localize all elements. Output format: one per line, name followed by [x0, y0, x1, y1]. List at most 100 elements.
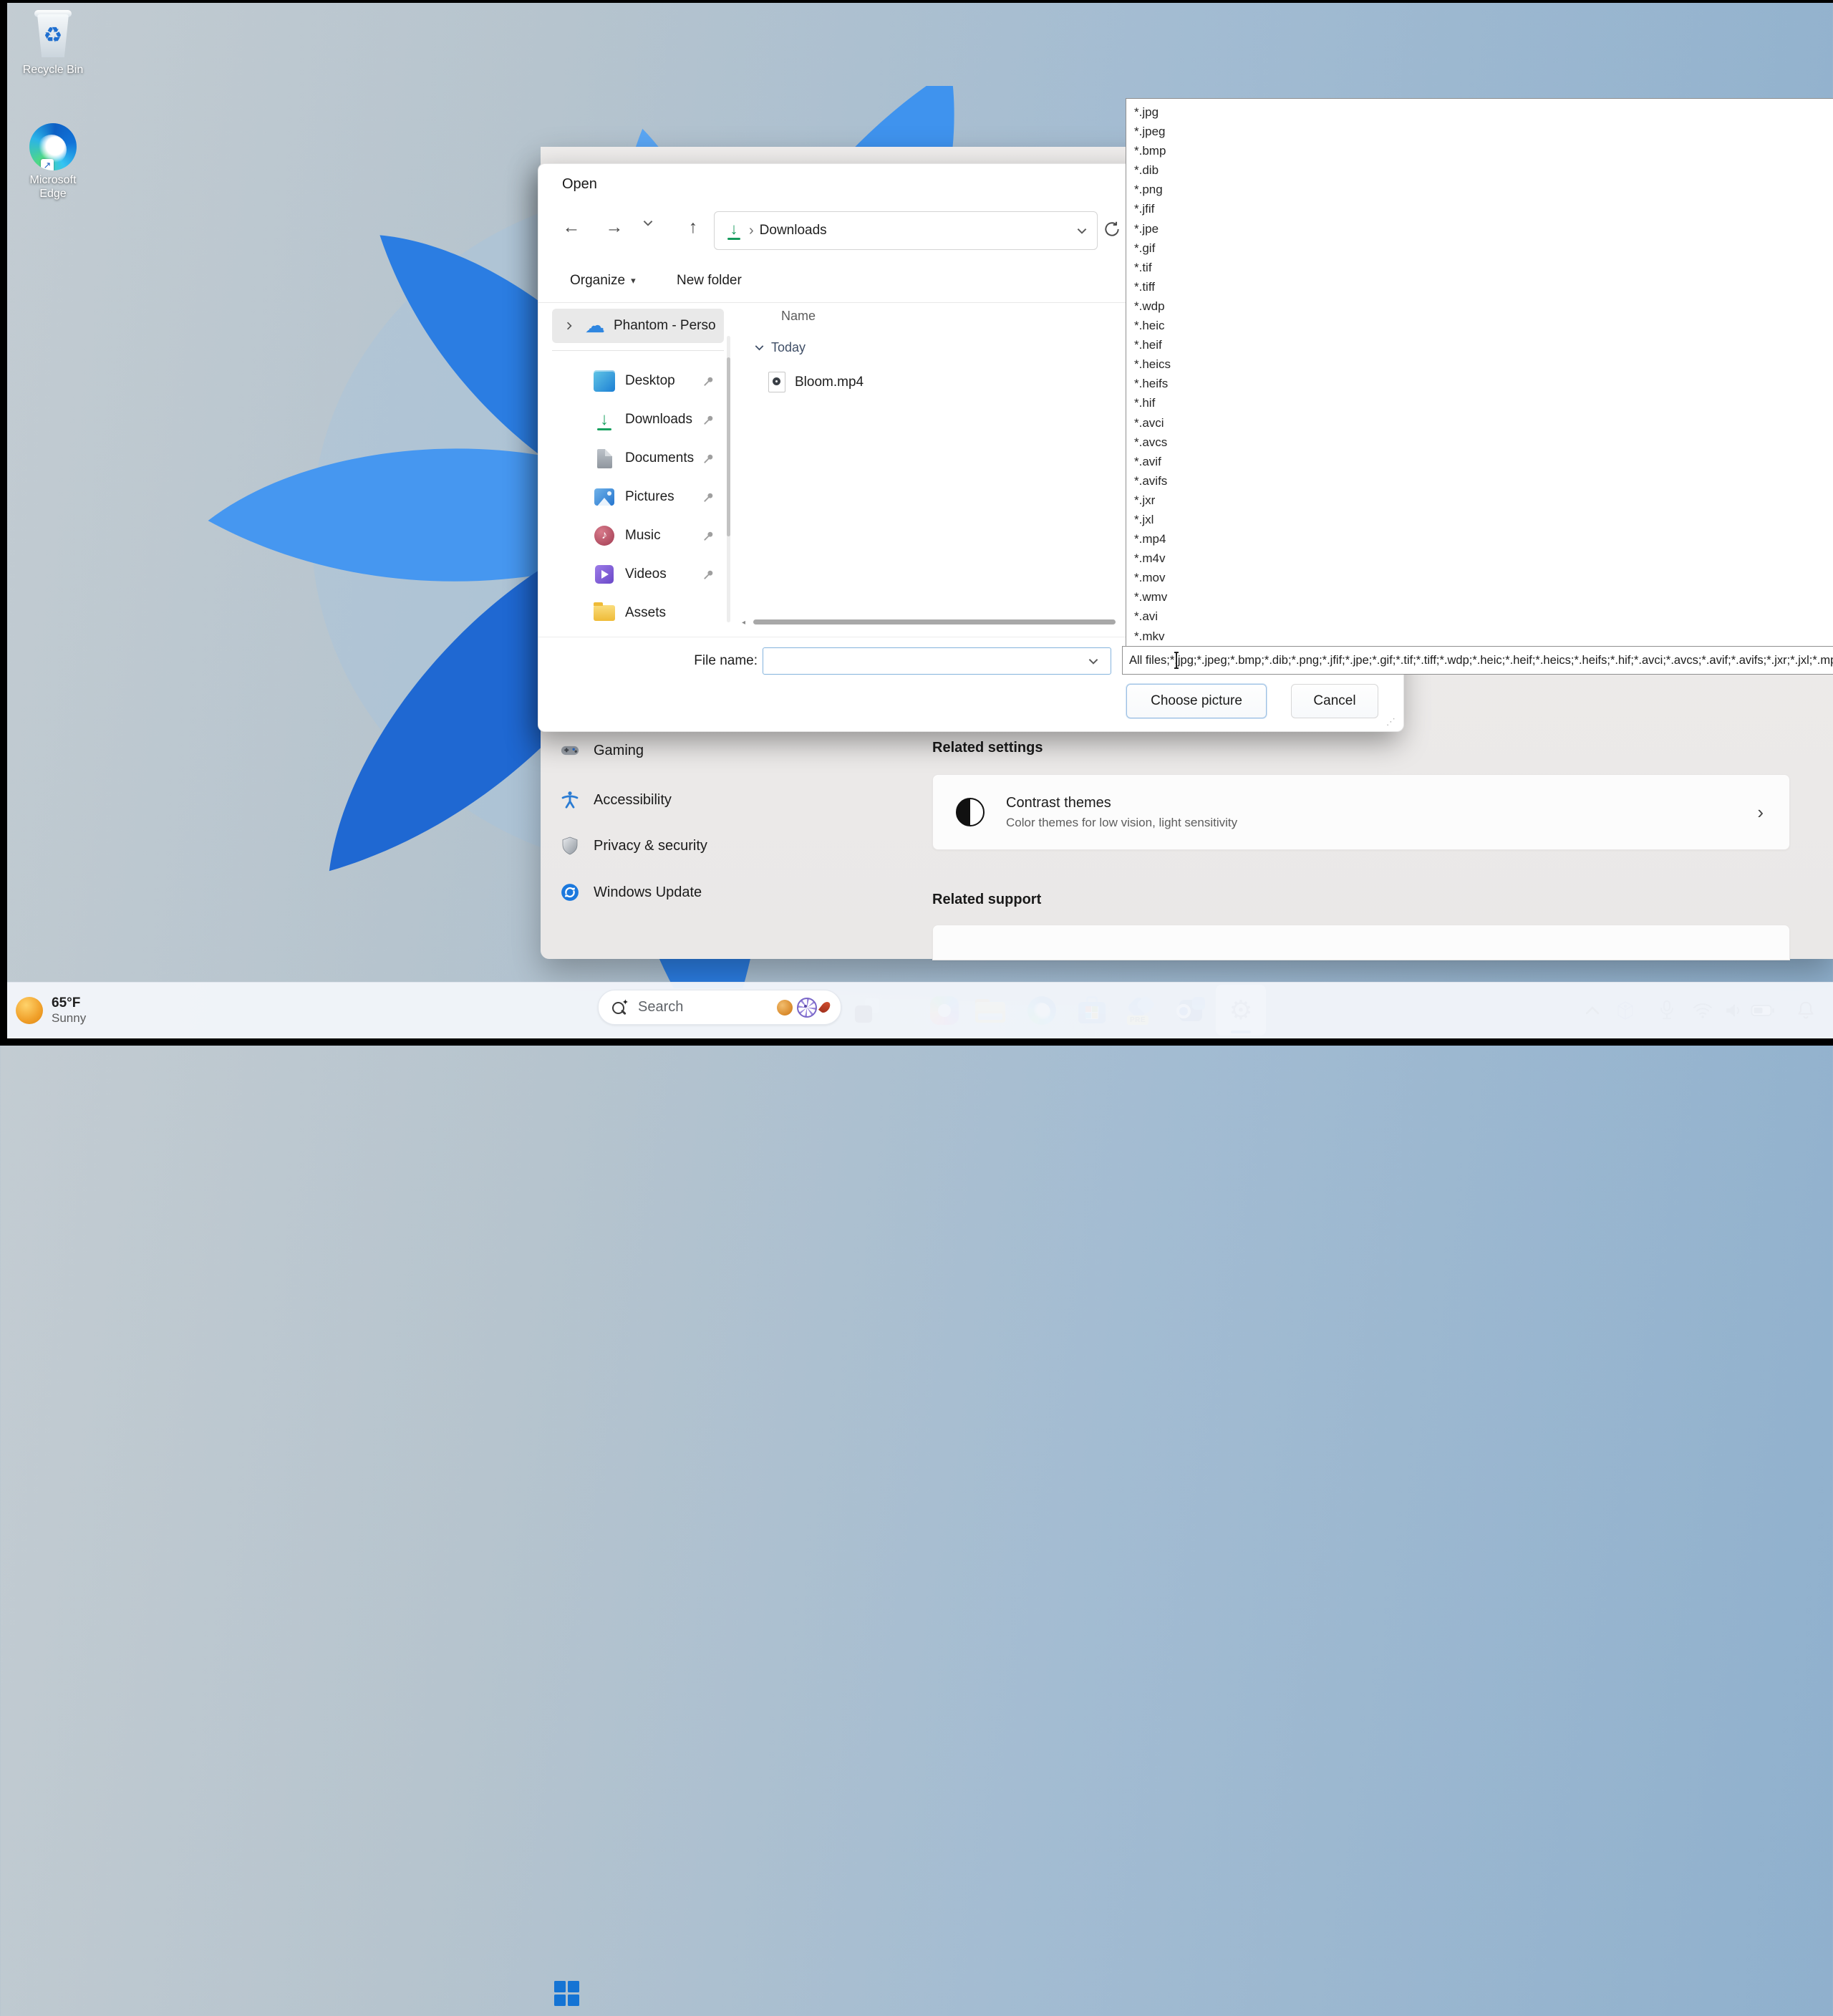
nav-item-pictures[interactable]: Pictures: [552, 480, 724, 514]
file-type-option[interactable]: *.mp4: [1126, 529, 1833, 549]
file-type-option[interactable]: *.heic: [1126, 316, 1833, 335]
file-type-option[interactable]: *.mkv: [1126, 627, 1833, 646]
assets-folder-icon: [594, 605, 615, 621]
hscroll-left-arrow-icon[interactable]: ◂: [742, 619, 745, 627]
shield-icon: [561, 836, 579, 855]
related-support-heading: Related support: [932, 892, 1041, 908]
file-type-option[interactable]: *.heics: [1126, 355, 1833, 374]
file-type-option[interactable]: *.mov: [1126, 568, 1833, 587]
accessibility-icon: [561, 791, 579, 809]
settings-nav-windows-update[interactable]: Windows Update: [561, 875, 775, 910]
settings-nav-label: Gaming: [594, 743, 644, 759]
onedrive-cloud-icon: ☁: [585, 319, 605, 333]
file-name-input[interactable]: [763, 647, 1111, 675]
file-type-option[interactable]: *.heifs: [1126, 374, 1833, 393]
settings-nav-gaming[interactable]: Gaming: [561, 733, 775, 768]
file-type-option[interactable]: *.avcs: [1126, 433, 1833, 452]
nav-item-label: Desktop: [625, 373, 703, 389]
desktop-icon-recycle-bin[interactable]: ♻ Recycle Bin: [10, 7, 96, 77]
horizontal-scrollbar[interactable]: [753, 619, 1116, 624]
expand-chevron-icon[interactable]: [565, 322, 574, 330]
file-type-option[interactable]: *.wmv: [1126, 587, 1833, 607]
file-type-option[interactable]: *.hif: [1126, 393, 1833, 413]
pin-icon: [703, 492, 714, 503]
settings-nav-privacy[interactable]: Privacy & security: [561, 829, 775, 863]
file-type-option[interactable]: *.tif: [1126, 258, 1833, 277]
nav-item-documents[interactable]: Documents: [552, 441, 724, 476]
file-type-option[interactable]: *.m4v: [1126, 549, 1833, 568]
nav-item-music[interactable]: ♪ Music: [552, 519, 724, 553]
settings-nav-label: Privacy & security: [594, 838, 707, 854]
file-type-option[interactable]: *.jpe: [1126, 219, 1833, 238]
pin-icon: [703, 453, 714, 464]
pin-icon: [703, 531, 714, 541]
recent-locations-chevron[interactable]: [643, 220, 659, 234]
name-column-header[interactable]: Name: [781, 309, 816, 324]
nav-item-label: Music: [625, 528, 703, 544]
file-name-dropdown-chevron[interactable]: [1088, 658, 1098, 665]
file-type-option[interactable]: *.tiff: [1126, 277, 1833, 296]
desktop-icon-microsoft-edge[interactable]: ↗ Microsoft Edge: [6, 123, 100, 201]
nav-item-downloads[interactable]: ↓ Downloads: [552, 402, 724, 437]
nav-item-desktop[interactable]: Desktop: [552, 364, 724, 398]
related-support-card[interactable]: [932, 925, 1790, 960]
file-type-option[interactable]: *.jxl: [1126, 510, 1833, 529]
cancel-button[interactable]: Cancel: [1291, 684, 1378, 718]
file-type-option[interactable]: *.bmp: [1126, 141, 1833, 160]
nav-item-assets[interactable]: Assets: [552, 596, 724, 630]
file-type-option[interactable]: *.jfif: [1126, 199, 1833, 218]
media-file-icon: [768, 372, 785, 392]
file-type-option[interactable]: *.avci: [1126, 413, 1833, 433]
pictures-folder-icon: [594, 488, 614, 506]
today-group-row[interactable]: Today: [755, 340, 806, 355]
sidebar-scrollbar[interactable]: [727, 336, 730, 622]
leaf-icon: [818, 1000, 832, 1014]
file-type-option[interactable]: *.jpg: [1126, 102, 1833, 122]
letterbox-top: [0, 0, 1833, 3]
text-cursor: [1173, 652, 1179, 669]
settings-nav-accessibility[interactable]: Accessibility: [561, 783, 775, 817]
nav-item-phantom[interactable]: ☁ Phantom - Perso: [552, 309, 724, 343]
file-type-option[interactable]: *.png: [1126, 180, 1833, 199]
organize-caret-icon: ▾: [631, 275, 636, 286]
file-type-option[interactable]: *.heif: [1126, 335, 1833, 355]
breadcrumb-location[interactable]: Downloads: [760, 223, 827, 238]
resize-grip[interactable]: ⋰: [1386, 717, 1396, 727]
file-type-option[interactable]: *.jxr: [1126, 491, 1833, 510]
file-type-option[interactable]: *.jpeg: [1126, 122, 1833, 141]
refresh-icon[interactable]: [1103, 220, 1121, 242]
organize-label: Organize: [570, 273, 625, 289]
start-button[interactable]: [546, 1970, 586, 2016]
file-name-label: File name:: [666, 653, 758, 669]
file-type-option[interactable]: *.gif: [1126, 238, 1833, 258]
forward-button[interactable]: →: [600, 211, 629, 243]
breadcrumb-chevron-icon: ›: [749, 223, 754, 239]
address-bar[interactable]: ↓ › Downloads: [714, 211, 1098, 250]
file-row-bloom-mp4[interactable]: Bloom.mp4: [768, 372, 864, 392]
contrast-icon: [956, 798, 985, 826]
up-button[interactable]: ↑: [679, 211, 707, 243]
weather-widget[interactable]: 65°F Sunny: [10, 988, 92, 1033]
file-type-option[interactable]: *.avif: [1126, 452, 1833, 471]
back-button[interactable]: ←: [557, 211, 586, 243]
nav-item-videos[interactable]: Videos: [552, 557, 724, 592]
taskbar-search[interactable]: ✦ Search: [598, 990, 841, 1025]
contrast-themes-card[interactable]: Contrast themes Color themes for low vis…: [932, 774, 1790, 850]
new-folder-button[interactable]: New folder: [677, 269, 742, 293]
choose-picture-button[interactable]: Choose picture: [1126, 684, 1267, 718]
windows-logo-icon: [554, 1981, 579, 2005]
file-type-dropdown-list[interactable]: *.jpg *.jpeg *.bmp *.dib *.png *.jfif *.…: [1126, 98, 1833, 647]
address-dropdown-chevron[interactable]: [1077, 228, 1087, 234]
file-type-option[interactable]: *.avi: [1126, 607, 1833, 626]
contrast-themes-subtitle: Color themes for low vision, light sensi…: [1006, 816, 1757, 830]
file-type-option[interactable]: *.dib: [1126, 160, 1833, 180]
search-icon: ✦: [611, 999, 628, 1016]
navigation-pane: ☁ Phantom - Perso Desktop ↓ Downloads Do…: [538, 303, 730, 634]
new-folder-label: New folder: [677, 273, 742, 289]
file-type-option[interactable]: *.avifs: [1126, 471, 1833, 491]
organize-button[interactable]: Organize ▾: [570, 269, 636, 293]
chevron-right-icon: ›: [1757, 801, 1764, 824]
file-type-option[interactable]: *.wdp: [1126, 296, 1833, 316]
group-collapse-chevron[interactable]: [755, 344, 764, 351]
file-type-filter-combo[interactable]: All files;*.jpg;*.jpeg;*.bmp;*.dib;*.png…: [1122, 646, 1833, 675]
